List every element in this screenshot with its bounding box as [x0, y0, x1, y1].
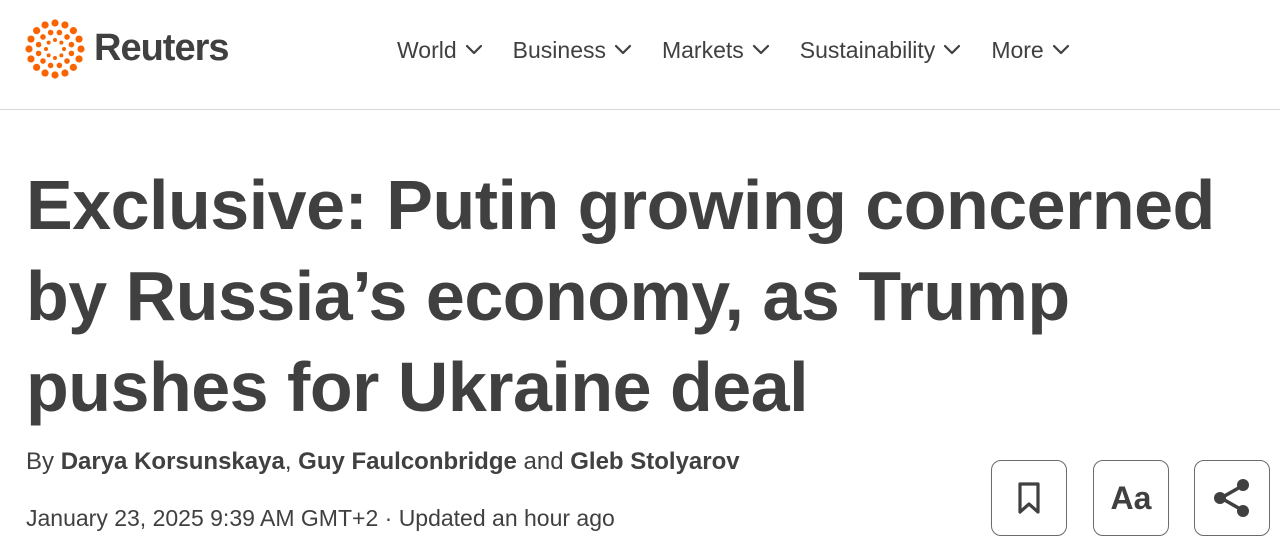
- logo-dot: [27, 35, 35, 43]
- byline-separator: ,: [284, 448, 299, 475]
- logo-dot: [41, 69, 49, 77]
- nav-item-label: World: [397, 36, 457, 63]
- reuters-logo-icon: [25, 19, 85, 79]
- share-icon: [1214, 479, 1249, 517]
- logo-dot: [69, 63, 77, 71]
- logo-dot: [69, 27, 77, 35]
- byline-conjunction: and: [516, 448, 571, 475]
- chevron-down-icon: [1052, 44, 1069, 55]
- chevron-down-icon: [944, 44, 961, 55]
- byline: By Darya Korsunskaya, Guy Faulconbridge …: [26, 448, 740, 476]
- logo-dot: [46, 53, 51, 58]
- logo-dot: [68, 50, 75, 57]
- updated-label: Updated an hour ago: [398, 505, 615, 531]
- logo-dot: [77, 45, 85, 53]
- logo-dot: [75, 35, 83, 43]
- logo-dot: [46, 40, 51, 45]
- nav-item-label: Business: [512, 36, 606, 63]
- logo-dot: [51, 71, 59, 79]
- logo-dot: [40, 58, 46, 64]
- logo-dot: [64, 34, 70, 40]
- logo-dot: [33, 63, 41, 71]
- logo-dot: [44, 47, 48, 51]
- author-link[interactable]: Darya Korsunskaya: [61, 448, 285, 475]
- nav-item-world[interactable]: World: [397, 37, 483, 64]
- nav-item-sustainability[interactable]: Sustainability: [800, 37, 962, 64]
- nav-item-label: Sustainability: [799, 36, 936, 63]
- byline-prefix: By: [26, 448, 61, 475]
- reuters-logo[interactable]: Reuters: [24, 18, 229, 80]
- logo-dot: [75, 55, 83, 63]
- main-nav: World Business Markets Sustainability Mo…: [397, 30, 1100, 70]
- chevron-down-icon: [752, 44, 769, 55]
- logo-dot: [51, 19, 59, 27]
- nav-item-more[interactable]: More: [991, 37, 1069, 64]
- text-size-button[interactable]: Aa: [1093, 460, 1169, 536]
- bookmark-icon: [1018, 482, 1040, 514]
- logo-dot: [59, 53, 64, 58]
- author-link[interactable]: Gleb Stolyarov: [570, 448, 739, 475]
- publish-timestamp: January 23, 2025 9:39 AM GMT+2: [26, 505, 379, 531]
- logo-dot: [68, 41, 75, 48]
- author-link[interactable]: Guy Faulconbridge: [298, 448, 517, 475]
- logo-dot: [62, 47, 66, 51]
- logo-dot: [59, 40, 64, 45]
- logo-dot: [41, 21, 49, 29]
- site-header: Reuters World Business Markets Sustainab…: [0, 0, 1280, 110]
- logo-wordmark: Reuters: [94, 26, 229, 69]
- logo-dot: [35, 50, 42, 57]
- logo-dot: [27, 55, 35, 63]
- logo-dot: [64, 58, 70, 64]
- text-size-label: Aa: [1110, 479, 1152, 516]
- nav-item-label: More: [991, 36, 1044, 63]
- bookmark-button[interactable]: [991, 460, 1067, 536]
- nav-item-label: Markets: [661, 36, 744, 63]
- logo-dot: [56, 62, 63, 69]
- dateline-separator: ·: [378, 505, 399, 531]
- logo-dot: [25, 45, 33, 53]
- logo-dot: [56, 29, 63, 36]
- logo-dot: [40, 34, 46, 40]
- chevron-down-icon: [614, 44, 632, 55]
- logo-dot: [53, 38, 57, 42]
- logo-dot: [53, 56, 57, 60]
- logo-dot: [47, 29, 54, 36]
- dateline: January 23, 2025 9:39 AM GMT+2 · Updated…: [26, 505, 615, 532]
- chevron-down-icon: [465, 44, 482, 55]
- article-headline: Exclusive: Putin growing concerned by Ru…: [26, 166, 1215, 426]
- logo-dot: [35, 41, 42, 48]
- nav-item-business[interactable]: Business: [513, 37, 632, 64]
- share-button[interactable]: [1194, 460, 1270, 536]
- logo-dot: [61, 21, 69, 29]
- logo-dot: [33, 27, 41, 35]
- logo-dot: [47, 62, 54, 69]
- nav-item-markets[interactable]: Markets: [662, 37, 770, 64]
- logo-dot: [61, 69, 69, 77]
